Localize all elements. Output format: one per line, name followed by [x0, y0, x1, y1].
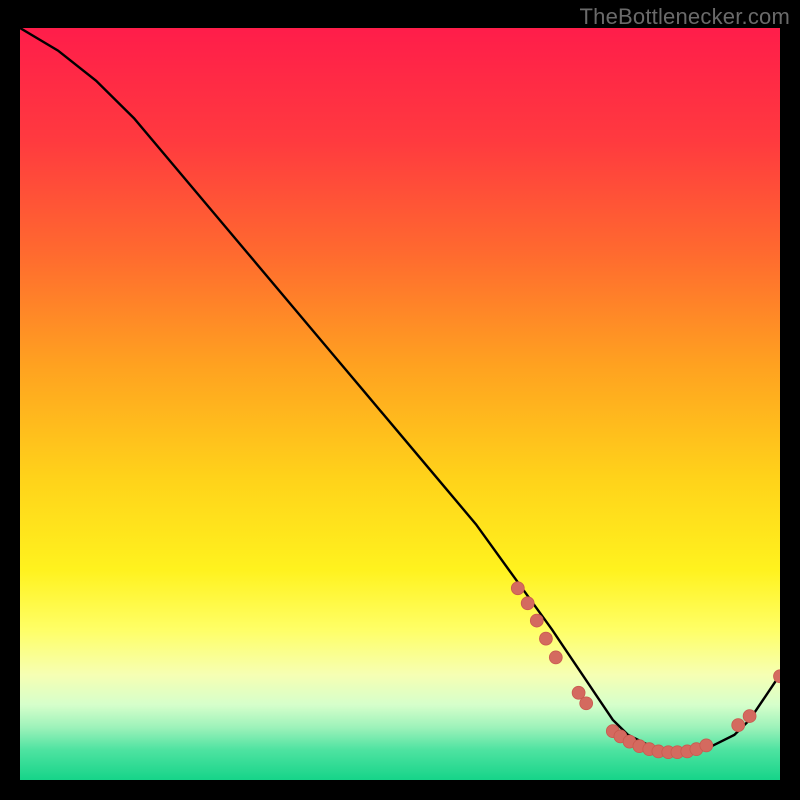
curve-marker [539, 632, 552, 645]
bottleneck-curve [20, 28, 780, 750]
curve-marker [521, 597, 534, 610]
curve-marker [580, 697, 593, 710]
curve-marker [700, 739, 713, 752]
curve-marker [549, 651, 562, 664]
curve-marker [511, 582, 524, 595]
chart-svg [20, 28, 780, 780]
curve-marker [530, 614, 543, 627]
attribution-label: TheBottlenecker.com [580, 4, 790, 30]
curve-markers [511, 582, 780, 759]
curve-marker [732, 719, 745, 732]
curve-marker [743, 710, 756, 723]
plot-area [20, 28, 780, 780]
chart-stage: TheBottlenecker.com [0, 0, 800, 800]
